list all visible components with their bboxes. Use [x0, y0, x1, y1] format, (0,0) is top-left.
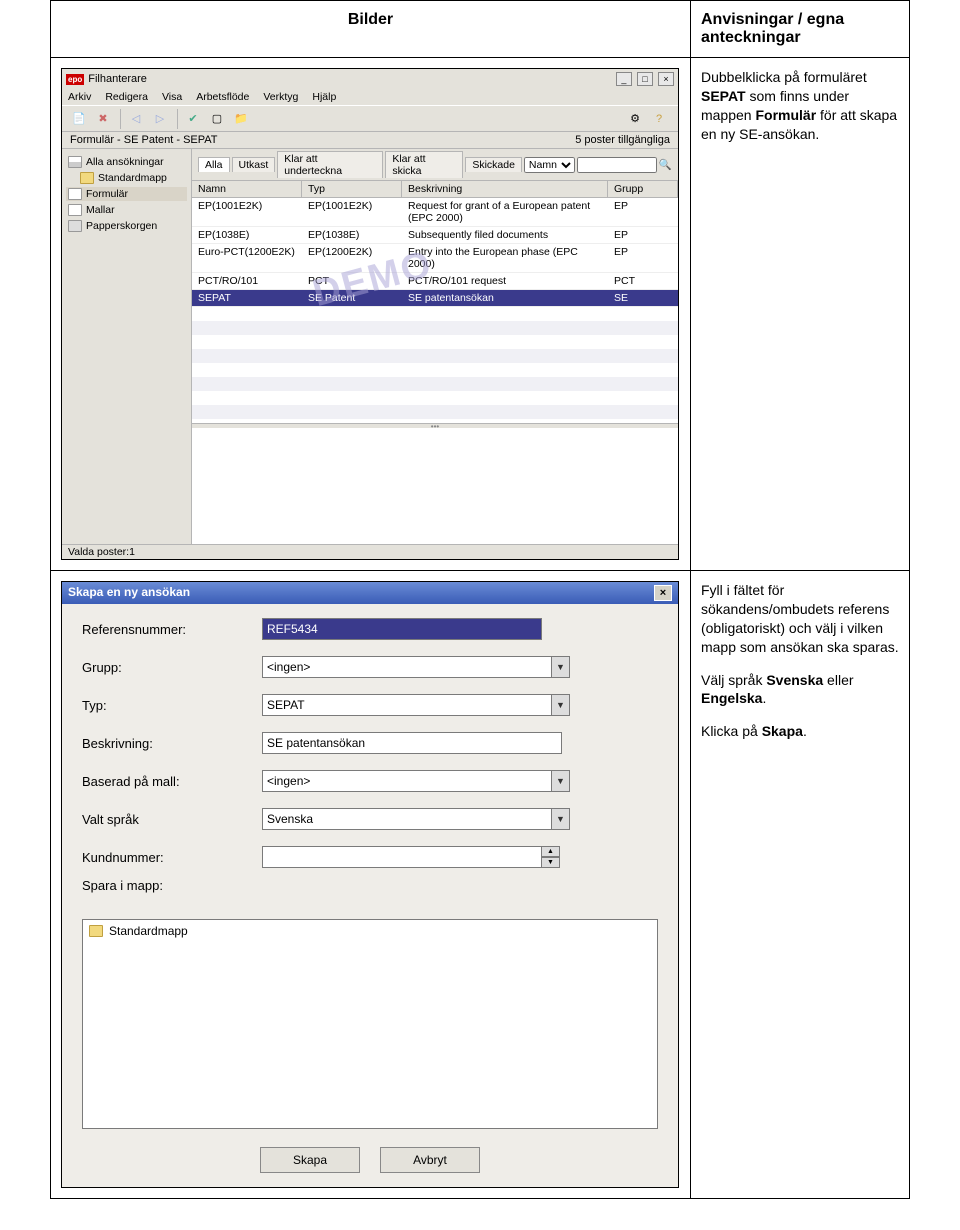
- col-grupp[interactable]: Grupp: [608, 181, 678, 197]
- language-combo[interactable]: [262, 808, 552, 830]
- help-icon[interactable]: ?: [648, 108, 670, 130]
- reference-input[interactable]: [262, 618, 542, 640]
- tool-bar: 📄 ✖ ◁ ▷ ✔ ▢ 📁 ⚙ ?: [62, 106, 678, 132]
- create-button[interactable]: Skapa: [260, 1147, 360, 1173]
- search-icon[interactable]: 🔍: [659, 158, 672, 171]
- menu-visa[interactable]: Visa: [162, 91, 182, 103]
- header-right: Anvisningar / egna anteckningar: [690, 1, 909, 58]
- tab-draft[interactable]: Utkast: [232, 157, 276, 172]
- table-row[interactable]: PCT/RO/101PCTPCT/RO/101 requestPCT: [192, 273, 678, 290]
- move-icon[interactable]: ▢: [206, 108, 228, 130]
- description-input[interactable]: [262, 732, 562, 754]
- empty-rows: [192, 307, 678, 423]
- menu-verktyg[interactable]: Verktyg: [263, 91, 298, 103]
- table-row[interactable]: EP(1001E2K)EP(1001E2K)Request for grant …: [192, 198, 678, 227]
- tab-all[interactable]: Alla: [198, 157, 230, 172]
- template-icon: [68, 204, 82, 216]
- table-row[interactable]: Euro-PCT(1200E2K)EP(1200E2K)Entry into t…: [192, 244, 678, 273]
- instruction-2: Fyll i fältet för sökandens/ombudets ref…: [701, 581, 899, 741]
- tree-trash[interactable]: Papperskorgen: [66, 219, 187, 233]
- tab-ready-sign[interactable]: Klar att underteckna: [277, 151, 383, 178]
- col-typ[interactable]: Typ: [302, 181, 402, 197]
- header-left: Bilder: [51, 1, 691, 58]
- label-reference: Referensnummer:: [82, 622, 262, 637]
- chevron-down-icon[interactable]: ▼: [552, 770, 570, 792]
- label-type: Typ:: [82, 698, 262, 713]
- menu-bar: Arkiv Redigera Visa Arbetsflöde Verktyg …: [62, 89, 678, 106]
- chevron-down-icon[interactable]: ▼: [552, 656, 570, 678]
- trash-icon: [68, 220, 82, 232]
- chevron-down-icon[interactable]: ▼: [552, 694, 570, 716]
- nav-tree: Alla ansökningar Standardmapp Formulär M…: [62, 149, 192, 544]
- filhanterare-window: epo Filhanterare _ □ × Arkiv Redigera Vi…: [61, 68, 679, 560]
- tree-default-folder[interactable]: Standardmapp: [66, 171, 187, 185]
- label-description: Beskrivning:: [82, 736, 262, 751]
- folder-icon: [80, 172, 94, 184]
- template-combo[interactable]: [262, 770, 552, 792]
- grid-header: Namn Typ Beskrivning Grupp: [192, 181, 678, 198]
- col-namn[interactable]: Namn: [192, 181, 302, 197]
- dialog-title-bar: Skapa en ny ansökan ×: [62, 582, 678, 604]
- folder-icon: [89, 925, 103, 937]
- cards-icon: [68, 156, 82, 168]
- instruction-1: Dubbelklicka på formuläret SEPAT som fin…: [701, 68, 899, 144]
- filter-input[interactable]: [577, 157, 657, 173]
- delete-icon[interactable]: ✖: [92, 108, 114, 130]
- folder-item[interactable]: Standardmapp: [89, 924, 651, 938]
- breadcrumb: Formulär - SE Patent - SEPAT: [70, 134, 218, 146]
- cancel-button[interactable]: Avbryt: [380, 1147, 480, 1173]
- chevron-down-icon[interactable]: ▼: [552, 808, 570, 830]
- gear-icon[interactable]: ⚙: [624, 108, 646, 130]
- type-combo[interactable]: [262, 694, 552, 716]
- dialog-title: Skapa en ny ansökan: [68, 585, 190, 601]
- step-down-icon[interactable]: ▼: [542, 857, 560, 868]
- folder-tree[interactable]: Standardmapp: [82, 919, 658, 1129]
- item-count: 5 poster tillgängliga: [575, 134, 670, 146]
- close-button[interactable]: ×: [658, 72, 674, 86]
- nav-back-icon[interactable]: ◁: [125, 108, 147, 130]
- window-title: Filhanterare: [88, 73, 614, 85]
- tree-all-applications[interactable]: Alla ansökningar: [66, 155, 187, 169]
- label-template: Baserad på mall:: [82, 774, 262, 789]
- form-icon: [68, 188, 82, 200]
- new-icon[interactable]: 📄: [68, 108, 90, 130]
- label-group: Grupp:: [82, 660, 262, 675]
- minimize-button[interactable]: _: [616, 72, 632, 86]
- tree-forms[interactable]: Formulär: [66, 187, 187, 201]
- label-save-folder: Spara i mapp:: [82, 878, 262, 893]
- col-beskrivning[interactable]: Beskrivning: [402, 181, 608, 197]
- menu-arbetsflode[interactable]: Arbetsflöde: [196, 91, 249, 103]
- step-up-icon[interactable]: ▲: [542, 846, 560, 857]
- preview-area: [192, 428, 678, 544]
- create-dialog: Skapa en ny ansökan × Referensnummer: Gr…: [61, 581, 679, 1188]
- menu-redigera[interactable]: Redigera: [105, 91, 148, 103]
- table-row-selected[interactable]: SEPATSE PatentSE patentansökanSE: [192, 290, 678, 307]
- folder-icon[interactable]: 📁: [230, 108, 252, 130]
- tree-templates[interactable]: Mallar: [66, 203, 187, 217]
- customer-no-input[interactable]: [262, 846, 542, 868]
- title-bar: epo Filhanterare _ □ ×: [62, 69, 678, 89]
- label-language: Valt språk: [82, 812, 262, 827]
- nav-forward-icon[interactable]: ▷: [149, 108, 171, 130]
- group-combo[interactable]: [262, 656, 552, 678]
- status-bar: Valda poster:1: [62, 544, 678, 559]
- maximize-button[interactable]: □: [637, 72, 653, 86]
- table-row[interactable]: EP(1038E)EP(1038E)Subsequently filed doc…: [192, 227, 678, 244]
- filter-select[interactable]: Namn: [524, 157, 575, 173]
- menu-arkiv[interactable]: Arkiv: [68, 91, 91, 103]
- label-customer-no: Kundnummer:: [82, 850, 262, 865]
- check-icon[interactable]: ✔: [182, 108, 204, 130]
- tab-ready-send[interactable]: Klar att skicka: [385, 151, 463, 178]
- tab-sent[interactable]: Skickade: [465, 157, 522, 172]
- close-icon[interactable]: ×: [654, 585, 672, 601]
- menu-hjalp[interactable]: Hjälp: [312, 91, 336, 103]
- epo-logo: epo: [66, 74, 84, 85]
